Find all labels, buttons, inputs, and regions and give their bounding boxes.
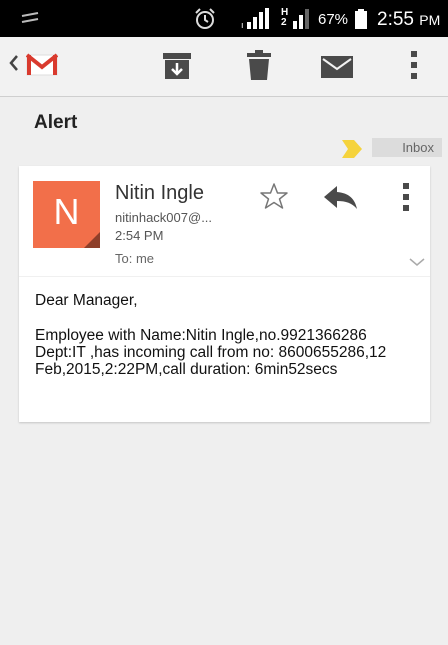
svg-text:2: 2	[281, 17, 287, 28]
message-body: Dear Manager, Employee with Name:Nitin I…	[35, 292, 420, 378]
battery-percent: 67%	[318, 11, 349, 28]
message-card: N Nitin Ingle nitinhack007@... 2:54 PM T…	[19, 166, 430, 422]
sender-name: Nitin Ingle	[115, 182, 204, 204]
header-divider	[19, 276, 430, 277]
notification-icon	[20, 11, 40, 30]
battery-icon	[355, 9, 367, 34]
message-content: Employee with Name:Nitin Ingle,no.992136…	[35, 327, 387, 378]
sender-avatar[interactable]: N	[33, 181, 100, 248]
status-bar: ı H 2 67% 2:55 PM	[0, 0, 448, 37]
email-subject: Alert	[34, 112, 78, 133]
clock: 2:55 PM	[377, 9, 440, 31]
clock-suffix: PM	[419, 12, 441, 28]
back-icon[interactable]	[9, 54, 19, 77]
alarm-icon	[193, 7, 217, 36]
clock-time: 2:55	[377, 9, 414, 30]
archive-icon[interactable]	[163, 53, 191, 84]
gmail-logo-icon[interactable]	[25, 53, 59, 82]
importance-marker-icon[interactable]	[342, 140, 362, 163]
inbox-label[interactable]: Inbox	[372, 138, 442, 157]
action-bar	[0, 37, 448, 97]
mark-unread-icon[interactable]	[321, 56, 353, 83]
message-overflow-icon[interactable]	[403, 183, 409, 216]
chevron-down-icon[interactable]	[409, 254, 425, 272]
delete-icon[interactable]	[247, 50, 271, 85]
signal-icon: ı	[241, 8, 271, 35]
svg-text:ı: ı	[241, 20, 244, 30]
recipient-line[interactable]: To: me	[115, 251, 154, 266]
overflow-menu-icon[interactable]	[411, 51, 417, 84]
avatar-corner	[84, 232, 100, 248]
reply-icon[interactable]	[324, 186, 358, 215]
sender-email: nitinhack007@...	[115, 210, 213, 225]
avatar-initial: N	[53, 191, 80, 232]
star-icon[interactable]	[259, 182, 289, 215]
signal-h-icon: H 2	[279, 5, 313, 36]
message-greeting: Dear Manager,	[35, 292, 138, 309]
sent-time: 2:54 PM	[115, 228, 164, 243]
